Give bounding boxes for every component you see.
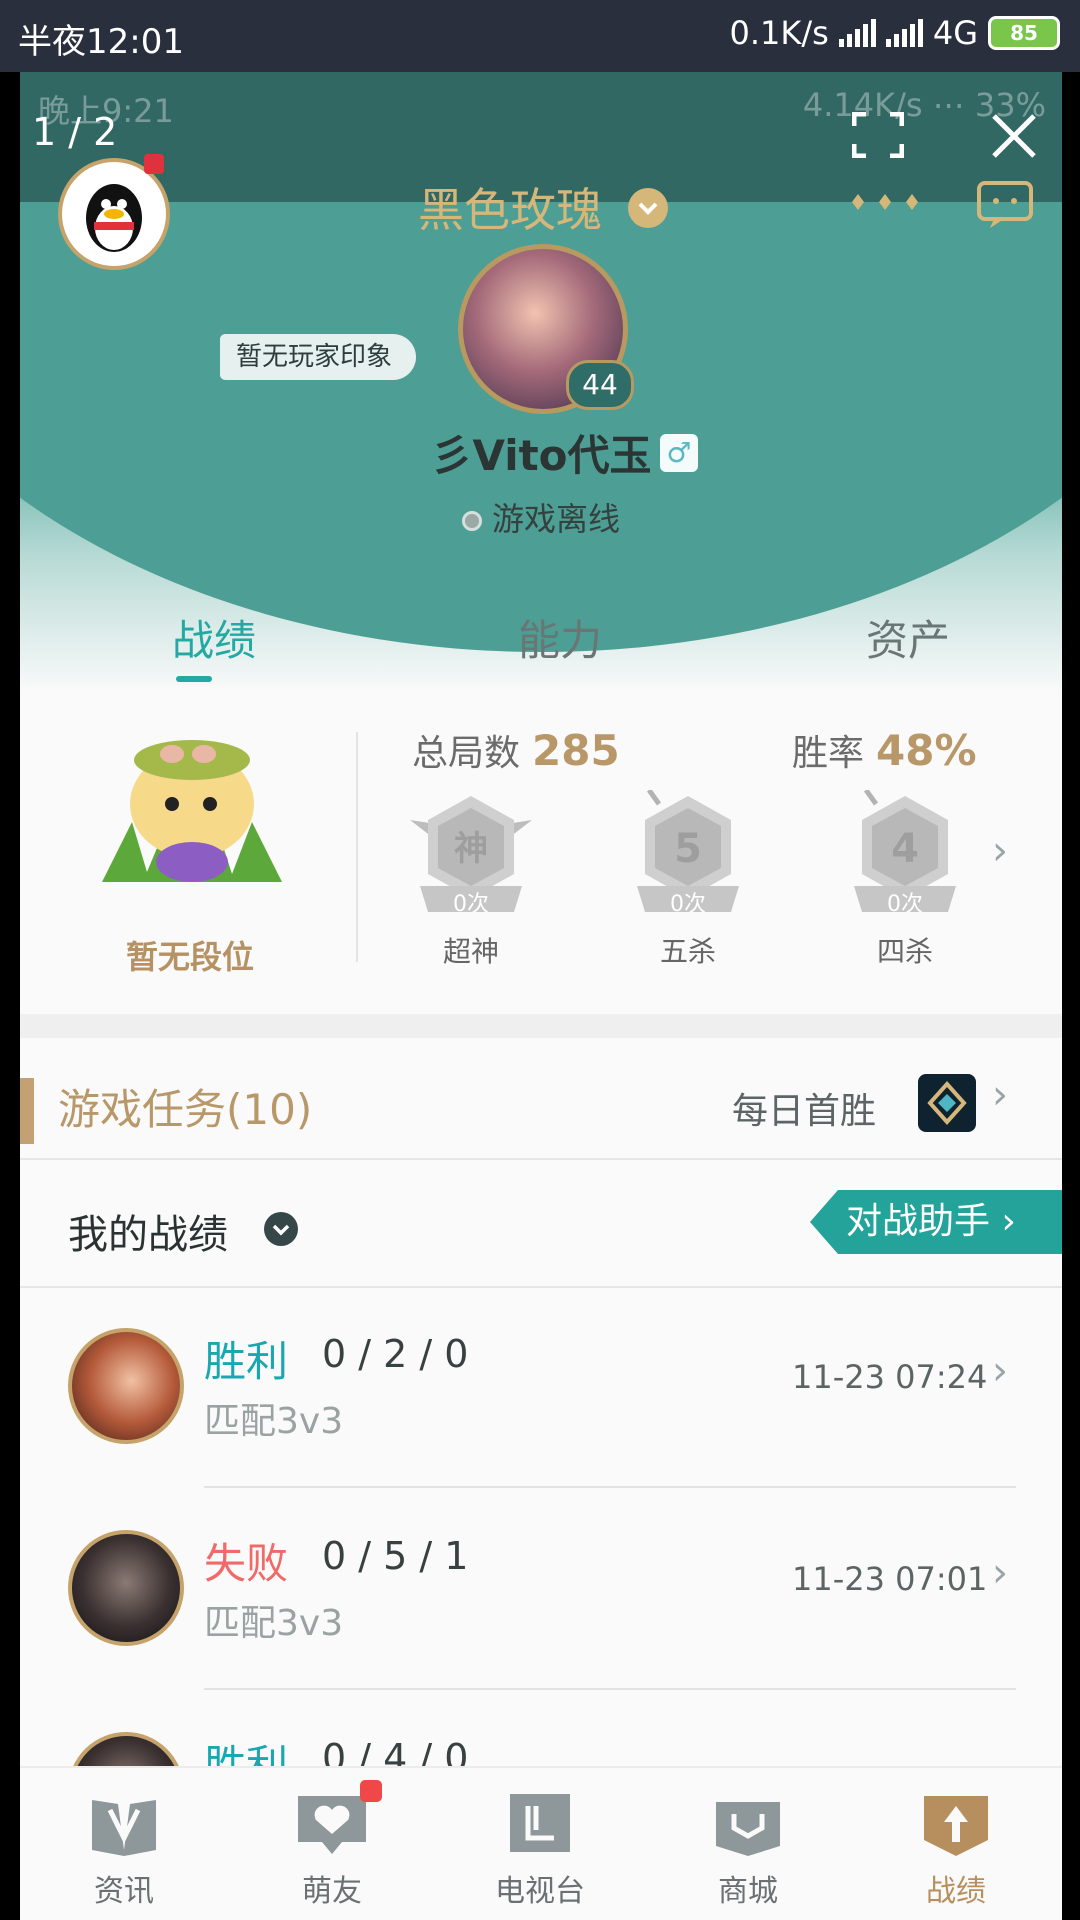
match-kda: 0 / 2 / 0 [322,1332,469,1376]
account-name: 黑色玫瑰 [418,183,602,237]
match-time: 11-23 07:01 [792,1560,988,1598]
tab-ability[interactable]: 能力 [460,607,660,668]
svg-text:神: 神 [454,829,488,869]
viewer-pager: 1 / 2 [32,110,118,154]
friends-icon [298,1796,366,1854]
chevron-down-icon[interactable] [628,188,668,228]
signal-icon-2 [885,19,923,47]
chat-icon[interactable] [976,180,1034,230]
system-status-bar: 半夜12:01 0.1K/s 4G 85 [0,0,1080,72]
svg-text:5: 5 [674,826,702,872]
chevron-right-icon: › [992,1072,1008,1118]
network-speed: 0.1K/s [729,14,829,52]
nav-tv[interactable]: 电视台 [436,1768,644,1920]
rank-label: 暂无段位 [125,938,254,976]
fullscreen-icon[interactable] [852,112,904,158]
hero-avatar [68,1328,184,1444]
chevron-right-icon: › [992,1348,1008,1394]
match-result: 失败 [204,1539,289,1588]
online-status: 游戏离线 [20,494,1062,540]
svg-text:4: 4 [891,826,919,872]
win-rate: 胜率 48% [792,726,977,775]
game-tasks-title: 游戏任务(10) [58,1085,313,1134]
close-icon[interactable] [990,112,1038,160]
total-games: 总局数 285 [412,726,620,775]
tv-icon [510,1794,570,1852]
match-time: 11-23 07:24 [792,1358,988,1396]
match-mode: 匹配3v3 [204,1401,344,1442]
level-badge: 44 [566,360,634,410]
medal-penta[interactable]: 5 0次 五杀 [623,790,753,1000]
daily-win-icon [918,1074,976,1132]
game-tasks-row[interactable]: 游戏任务(10) 每日首胜 › [20,1038,1062,1160]
nav-news[interactable]: 资讯 [20,1768,228,1920]
my-record-title[interactable]: 我的战绩 [68,1202,228,1260]
chevron-down-icon[interactable] [264,1212,298,1246]
inner-wifi-icon: ⋯ [932,86,965,124]
shop-icon [716,1802,780,1856]
match-mode: 匹配3v3 [204,1603,344,1644]
section-gap [20,1014,1062,1038]
divider [204,1688,1016,1690]
news-icon [92,1800,156,1856]
system-time: 半夜12:01 [18,22,184,62]
penguin-icon [86,184,142,252]
hero-avatar [68,1530,184,1646]
notification-dot [144,154,164,174]
nav-record[interactable]: 战绩 [852,1768,1060,1920]
nav-friends[interactable]: 萌友 [228,1768,436,1920]
my-record-row: 我的战绩 对战助手 › [20,1160,1062,1288]
player-impression-tag[interactable]: 暂无玩家印象 [220,334,417,380]
tab-record[interactable]: 战绩 [114,607,314,668]
active-tab-indicator [176,676,212,682]
match-row[interactable]: 胜利 0 / 2 / 0 匹配3v3 11-23 07:24 › [20,1288,1062,1490]
battle-assistant-button[interactable]: 对战助手 › [810,1190,1062,1254]
daily-first-win-label: 每日首胜 [732,1091,877,1132]
tab-assets[interactable]: 资产 [808,607,1008,668]
qq-avatar[interactable] [58,158,170,270]
status-dot [461,511,482,531]
chevron-right-icon: › [992,1550,1008,1596]
chevron-right-icon[interactable]: › [992,828,1008,874]
system-status-right: 0.1K/s 4G 85 [730,14,1060,52]
record-icon [924,1796,988,1856]
network-type: 4G [932,14,978,52]
player-name: 彡Vito代玉 [430,431,652,480]
battery-icon: 85 [988,16,1060,50]
medal-legendary[interactable]: 神 0次 超神 [406,790,536,1000]
signal-icon [838,19,876,47]
medal-quadra[interactable]: 4 0次 四杀 [840,790,970,1000]
nav-shop[interactable]: 商城 [644,1768,852,1920]
divider [356,732,358,962]
match-kda: 0 / 5 / 1 [322,1534,469,1578]
divider [204,1486,1016,1488]
notification-dot [360,1780,382,1802]
match-row[interactable]: 失败 0 / 5 / 1 匹配3v3 11-23 07:01 › [20,1490,1062,1692]
section-marker [20,1078,34,1144]
stats-panel: 暂无段位 总局数 285 胜率 48% 神 0次 超神 5 0次 五杀 4 0次… [20,694,1062,1014]
more-icon[interactable] [850,190,920,214]
match-result: 胜利 [204,1337,289,1386]
male-icon: ♂ [660,434,698,472]
screenshot-viewer: 晚上9:21 4.14K/s ⋯ 33% 1 / 2 黑色玫瑰 暂无玩家印象 4… [20,72,1062,1920]
rank-mascot-icon[interactable] [92,712,292,892]
bottom-navigation: 资讯 萌友 电视台 商城 战绩 [20,1766,1062,1920]
